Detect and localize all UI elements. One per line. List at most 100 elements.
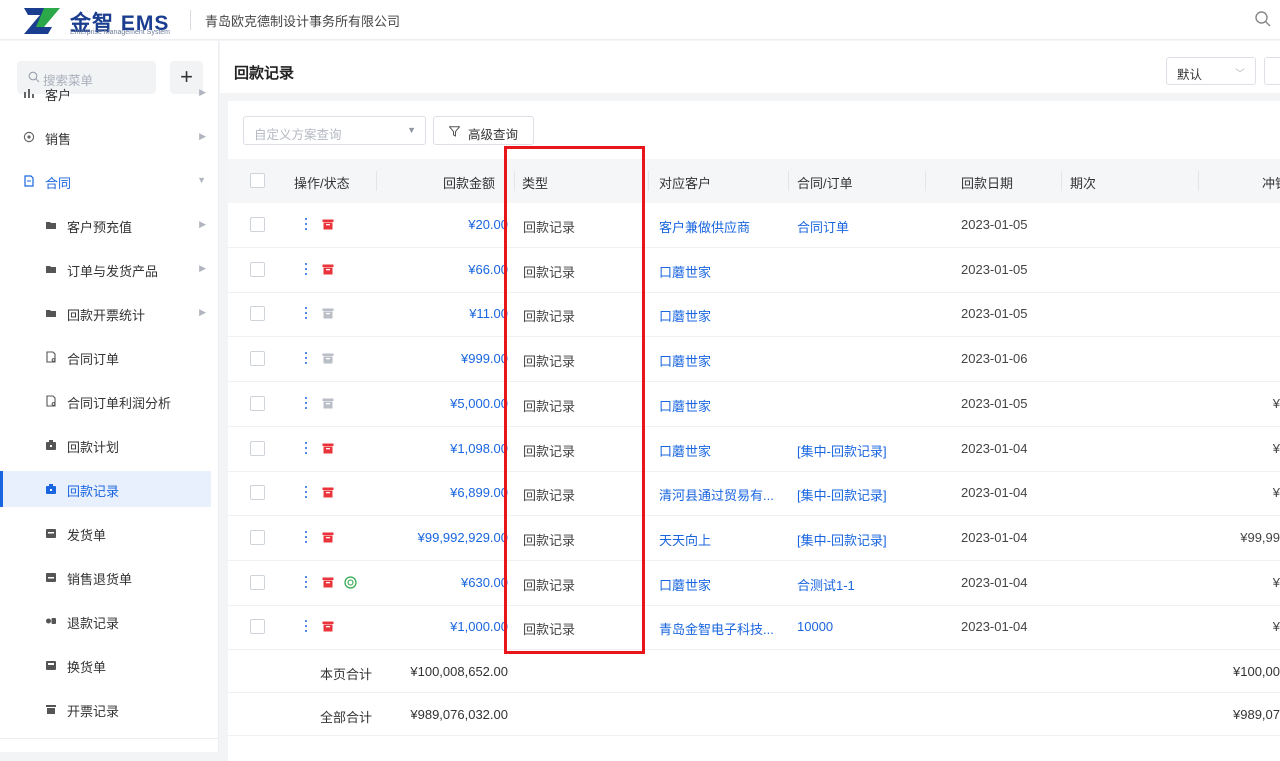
status-archive-icon[interactable] [322,264,334,275]
amount-link[interactable]: ¥99,992,929.00 [338,530,508,545]
contract-link[interactable]: [集中-回款记录] [797,530,887,549]
amount-link[interactable]: ¥6,899.00 [338,485,508,500]
table-row[interactable]: ¥6,899.00 回款记录 清河县通过贸易有... [集中-回款记录] 2023-01… [228,471,1280,517]
table-row[interactable]: ¥20.00 回款记录 客户兼做供应商 合同订单 2023-01-05 [228,203,1280,248]
sidebar-item-2[interactable]: 销售 ▶ [0,119,211,155]
amount-link[interactable]: ¥5,000.00 [338,396,508,411]
status-archive-icon[interactable] [322,398,334,409]
table-row[interactable]: ¥5,000.00 回款记录 口蘑世家 2023-01-05 ¥ [228,382,1280,427]
customer-link[interactable]: 口蘑世家 [659,351,711,370]
customer-link[interactable]: 青岛金智电子科技... [659,619,774,638]
sidebar-item-3[interactable]: 合同 ▼ [0,163,211,199]
header-date[interactable]: 回款日期 [961,173,1013,192]
status-archive-icon[interactable] [322,532,334,543]
customer-link[interactable]: 口蘑世家 [659,262,711,281]
table-row[interactable]: ¥1,098.00 回款记录 口蘑世家 [集中-回款记录] 2023-01-04 ¥ [228,427,1280,472]
sidebar-item-4[interactable]: 客户预充值 ▶ [0,207,211,243]
caret-down-icon: ▼ [197,175,206,185]
column-separator [376,171,377,191]
contract-link[interactable]: 合测试1-1 [797,575,855,594]
row-checkbox[interactable] [250,574,265,590]
amount-link[interactable]: ¥1,000.00 [338,619,508,634]
customer-link[interactable]: 清河县通过贸易有... [659,485,774,504]
row-checkbox[interactable] [250,351,265,367]
more-actions-icon[interactable] [304,441,308,456]
sidebar-item-1[interactable]: 客户 ▶ [0,75,211,111]
advanced-search-button[interactable]: 高级查询 [433,116,534,145]
row-checkbox[interactable] [250,217,265,232]
sidebar-item-11[interactable]: 发货单 [0,515,211,551]
header-offset[interactable]: 冲销 [1262,173,1280,192]
search-icon[interactable] [1254,10,1272,28]
more-actions-icon[interactable] [304,530,308,545]
sidebar-item-7[interactable]: 合同订单 [0,339,211,375]
header-customer[interactable]: 对应客户 [659,173,711,192]
select-all-checkbox[interactable] [250,173,265,188]
more-actions-icon[interactable] [304,575,308,590]
row-checkbox[interactable] [250,440,265,456]
row-checkbox[interactable] [250,306,265,322]
sidebar-item-13[interactable]: 退款记录 [0,603,211,639]
top-divider [190,10,191,30]
table-row[interactable]: ¥11.00 回款记录 口蘑世家 2023-01-05 [228,292,1280,338]
status-archive-icon[interactable] [322,577,334,588]
customer-link[interactable]: 口蘑世家 [659,575,711,594]
more-actions-icon[interactable] [304,620,308,634]
contract-link[interactable]: 合同订单 [797,217,849,236]
customer-link[interactable]: 客户兼做供应商 [659,217,750,236]
row-checkbox[interactable] [250,395,265,411]
sidebar-item-9[interactable]: 回款计划 [0,427,211,463]
amount-link[interactable]: ¥999.00 [338,351,508,366]
status-archive-icon[interactable] [322,443,334,454]
sidebar-item-6[interactable]: 回款开票统计 ▶ [0,295,211,331]
app-logo[interactable]: 金智 EMS Enterprise Management System [22,5,172,37]
more-actions-icon[interactable] [304,307,308,321]
row-checkbox[interactable] [250,261,265,277]
more-actions-icon[interactable] [304,486,308,500]
table-row[interactable]: ¥66.00 回款记录 口蘑世家 2023-01-05 [228,248,1280,293]
sidebar-item-12[interactable]: 销售退货单 [0,559,211,595]
contract-link[interactable]: [集中-回款记录] [797,441,887,460]
contract-link[interactable]: [集中-回款记录] [797,485,887,504]
row-checkbox[interactable] [250,619,265,635]
header-contract[interactable]: 合同/订单 [797,173,853,192]
more-actions-icon[interactable] [304,218,308,232]
header-amount[interactable]: 回款金额 [443,173,495,192]
more-actions-icon[interactable] [304,352,308,366]
table-row[interactable]: ¥630.00 回款记录 口蘑世家 合测试1-1 2023-01-04 ¥ [228,561,1280,606]
status-archive-icon[interactable] [322,353,334,364]
row-checkbox[interactable] [250,529,265,545]
more-actions-icon[interactable] [304,262,308,277]
view-select[interactable]: 默认 ﹀ [1166,57,1256,85]
sidebar-item-14[interactable]: 换货单 [0,647,211,683]
customer-link[interactable]: 口蘑世家 [659,396,711,415]
sidebar-item-15[interactable]: 开票记录 [0,691,211,727]
contract-link[interactable]: 10000 [797,619,833,634]
sidebar-item-8[interactable]: 合同订单利润分析 [0,383,211,419]
status-archive-icon[interactable] [322,621,334,632]
amount-link[interactable]: ¥630.00 [338,575,508,590]
status-archive-icon[interactable] [322,487,334,498]
customer-link[interactable]: 口蘑世家 [659,306,711,325]
table-row[interactable]: ¥1,000.00 回款记录 青岛金智电子科技... 10000 2023-01-04 ¥ [228,605,1280,651]
status-archive-icon[interactable] [322,219,334,230]
amount-link[interactable]: ¥1,098.00 [338,441,508,456]
amount-link[interactable]: ¥66.00 [338,262,508,277]
table-row[interactable]: ¥999.00 回款记录 口蘑世家 2023-01-06 [228,337,1280,383]
table-row[interactable]: ¥99,992,929.00 回款记录 天天向上 [集中-回款记录] 2023-01-0… [228,516,1280,561]
header-period[interactable]: 期次 [1070,173,1096,192]
row-checkbox[interactable] [250,485,265,501]
sidebar-item-10[interactable]: 回款记录 [0,471,211,507]
top-bar: 金智 EMS Enterprise Management System 青岛欧克… [0,0,1280,40]
status-archive-icon[interactable] [322,308,334,319]
header-action-button[interactable] [1264,57,1280,85]
custom-filter-select[interactable]: 自定义方案查询 ▼ [243,116,426,145]
customer-link[interactable]: 天天向上 [659,530,711,549]
sidebar-item-5[interactable]: 订单与发货产品 ▶ [0,251,211,287]
amount-link[interactable]: ¥11.00 [338,306,508,321]
logo-mark-icon [24,8,60,34]
amount-link[interactable]: ¥20.00 [338,217,508,232]
customer-link[interactable]: 口蘑世家 [659,441,711,460]
header-type[interactable]: 类型 [522,173,548,192]
more-actions-icon[interactable] [304,396,308,411]
